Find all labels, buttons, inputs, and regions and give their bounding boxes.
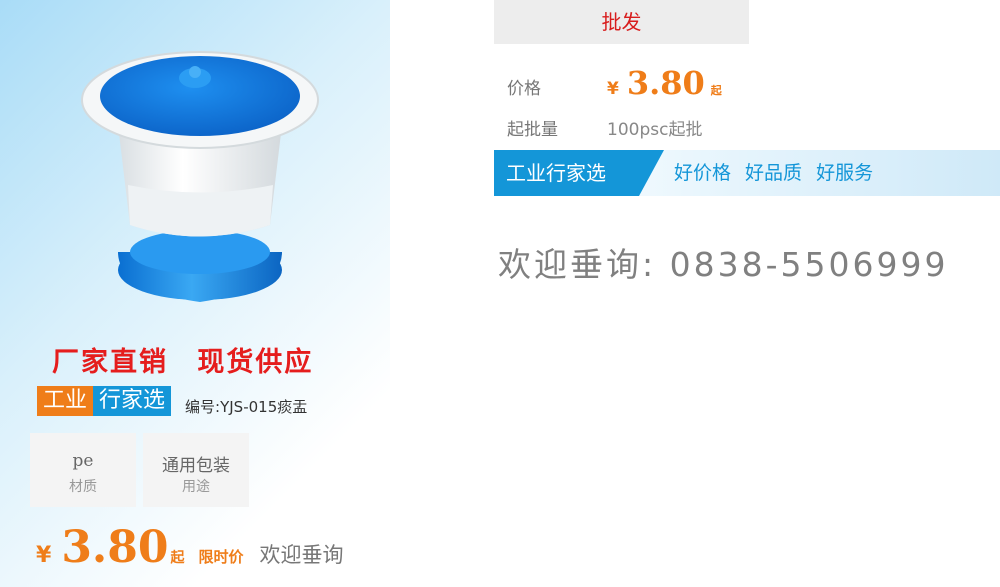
model-number: 编号:YJS-015痰盂 <box>185 397 308 416</box>
inquire-link[interactable]: 欢迎垂询 <box>260 539 344 569</box>
slogan: 厂家直销 现货供应 <box>52 347 314 378</box>
moq-label: 起批量 <box>507 120 558 140</box>
bottom-price-row: ¥ 3.80 起 限时价 欢迎垂询 <box>36 522 344 573</box>
banner-tag: 工业行家选 <box>494 150 664 196</box>
bottom-price-value: 3.80 <box>61 522 169 573</box>
spec-value: pe <box>72 451 94 471</box>
spec-usage: 通用包装 用途 <box>143 433 249 507</box>
contact-phone[interactable]: 欢迎垂询: 0838-5506999 <box>498 238 948 286</box>
spec-key: 用途 <box>182 479 210 495</box>
spec-value: 通用包装 <box>162 456 230 476</box>
moq-value: 100psc起批 <box>607 120 703 140</box>
price-label: 价格 <box>507 79 541 99</box>
moq-row: 起批量 100psc起批 <box>507 115 702 140</box>
brand-label-b: 行家选 <box>93 386 172 416</box>
price-row: 价格 ¥ 3.80 起 <box>507 64 722 102</box>
spec-material: pe 材质 <box>30 433 136 507</box>
currency-symbol: ¥ <box>36 543 52 568</box>
spec-key: 材质 <box>69 479 97 495</box>
product-image[interactable] <box>70 20 330 320</box>
product-card: 厂家直销 现货供应 工业 行家选 编号:YJS-015痰盂 pe 材质 通用包装… <box>0 0 390 587</box>
brand-row: 工业 行家选 编号:YJS-015痰盂 <box>37 386 307 416</box>
currency-symbol: ¥ <box>607 79 619 99</box>
promo-banner: 工业行家选 好价格 好品质 好服务 <box>494 150 1000 196</box>
price-value: 3.80 <box>626 64 705 102</box>
tab-wholesale[interactable]: 批发 <box>494 0 749 44</box>
price-suffix: 起 <box>170 550 185 566</box>
price-suffix: 起 <box>710 84 722 97</box>
banner-text: 好价格 好品质 好服务 <box>674 162 874 184</box>
brand-label-a: 工业 <box>37 386 94 416</box>
limited-price-label: 限时价 <box>198 548 244 566</box>
